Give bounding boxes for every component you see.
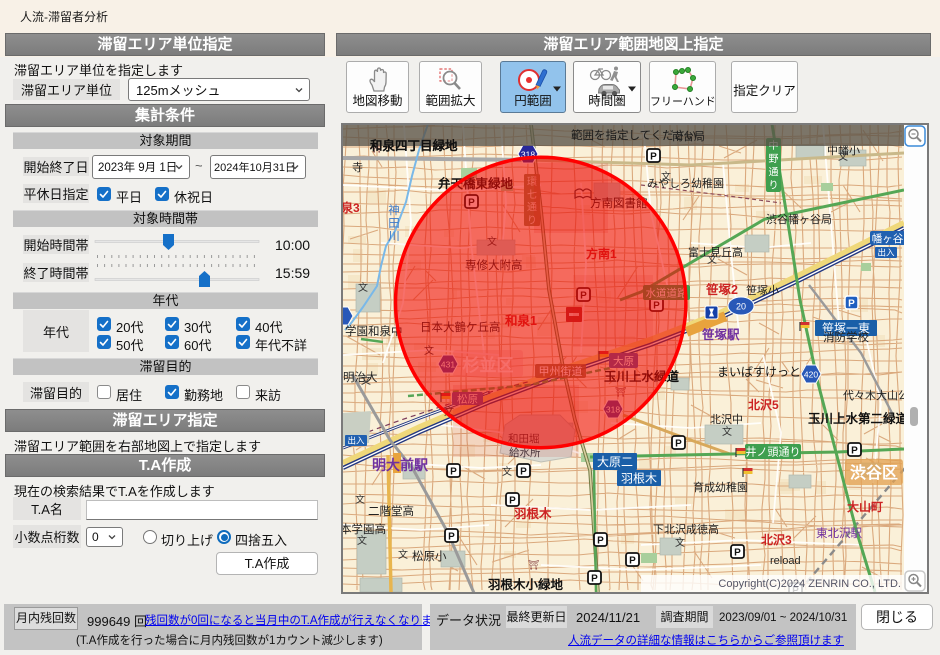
svg-text:文: 文 (675, 536, 685, 549)
svg-text:文: 文 (398, 548, 408, 561)
svg-text:消防学校: 消防学校 (823, 330, 869, 344)
svg-text:出入: 出入 (347, 435, 365, 445)
svg-text:下北沢成徳高: 下北沢成徳高 (653, 522, 719, 536)
svg-text:学園和泉中: 学園和泉中 (345, 324, 403, 338)
svg-text:P: P (597, 536, 604, 547)
svg-text:幡ヶ谷: 幡ヶ谷 (872, 232, 904, 245)
svg-text:P: P (734, 548, 741, 559)
svg-text:笹塚2: 笹塚2 (705, 282, 738, 297)
svg-text:P: P (650, 152, 657, 163)
svg-text:P: P (450, 467, 457, 478)
svg-text:Copyright(C)2024 ZENRIN CO., L: Copyright(C)2024 ZENRIN CO., LTD. (718, 578, 901, 590)
svg-text:文: 文 (722, 425, 732, 438)
svg-text:羽根木小緑地: 羽根木小緑地 (488, 577, 564, 592)
svg-text:⛩: ⛩ (528, 560, 539, 570)
svg-text:大山町: 大山町 (847, 499, 883, 514)
svg-text:玉川上水第二緑道: 玉川上水第二緑道 (808, 411, 909, 426)
svg-text:文: 文 (707, 253, 717, 266)
svg-text:420: 420 (804, 370, 818, 380)
svg-text:寺: 寺 (352, 161, 363, 174)
svg-text:文: 文 (355, 493, 365, 506)
svg-text:田: 田 (388, 218, 400, 230)
svg-text:reload: reload (770, 555, 801, 567)
svg-text:北沢5: 北沢5 (748, 397, 779, 412)
svg-text:川: 川 (388, 230, 400, 243)
svg-text:P: P (629, 556, 636, 567)
svg-text:大原二: 大原二 (597, 455, 633, 469)
svg-text:出入: 出入 (877, 247, 895, 257)
svg-text:P: P (591, 574, 598, 585)
svg-text:P: P (848, 299, 855, 310)
svg-text:文: 文 (357, 534, 367, 547)
svg-text:二階堂高: 二階堂高 (368, 504, 414, 518)
svg-text:渋谷幡ヶ谷局: 渋谷幡ヶ谷局 (766, 212, 832, 226)
svg-text:文: 文 (838, 150, 848, 163)
svg-text:文: 文 (361, 374, 371, 387)
svg-text:代々木大山公: 代々木大山公 (843, 388, 909, 402)
svg-text:文: 文 (358, 281, 368, 294)
svg-text:北沢中: 北沢中 (710, 412, 743, 426)
svg-text:P: P (509, 496, 516, 507)
svg-text:り: り (769, 180, 779, 192)
svg-text:みやしろ幼稚園: みやしろ幼稚園 (647, 177, 724, 190)
svg-text:泉3: 泉3 (341, 200, 360, 215)
svg-text:P: P (520, 467, 527, 478)
svg-text:渋谷区: 渋谷区 (850, 463, 898, 482)
svg-text:東北沢駅: 東北沢駅 (816, 526, 862, 540)
svg-text:20: 20 (736, 302, 746, 312)
svg-text:南台局: 南台局 (672, 129, 705, 143)
svg-text:文: 文 (661, 170, 671, 183)
svg-text:神: 神 (388, 203, 400, 217)
svg-text:文: 文 (502, 465, 512, 478)
svg-text:P: P (851, 446, 858, 457)
svg-text:笹塚駅: 笹塚駅 (701, 327, 740, 342)
svg-text:P: P (448, 532, 455, 543)
svg-text:P: P (675, 439, 682, 450)
svg-text:明大前駅: 明大前駅 (372, 457, 429, 473)
svg-text:笹塚小: 笹塚小 (746, 284, 779, 297)
svg-text:和泉四丁目緑地: 和泉四丁目緑地 (369, 138, 458, 153)
svg-text:羽根木: 羽根木 (514, 506, 552, 521)
svg-text:通: 通 (769, 166, 779, 178)
svg-text:育成幼稚園: 育成幼稚園 (693, 480, 748, 494)
svg-text:北沢3: 北沢3 (761, 532, 792, 547)
svg-text:野: 野 (769, 153, 779, 165)
svg-text:井ノ頭通り: 井ノ頭通り (746, 445, 801, 459)
svg-text:松原小: 松原小 (412, 549, 447, 563)
svg-text:まいばすけっと: まいばすけっと (717, 365, 801, 379)
svg-text:本学園高: 本学園高 (341, 522, 386, 536)
svg-text:羽根木: 羽根木 (621, 472, 657, 486)
